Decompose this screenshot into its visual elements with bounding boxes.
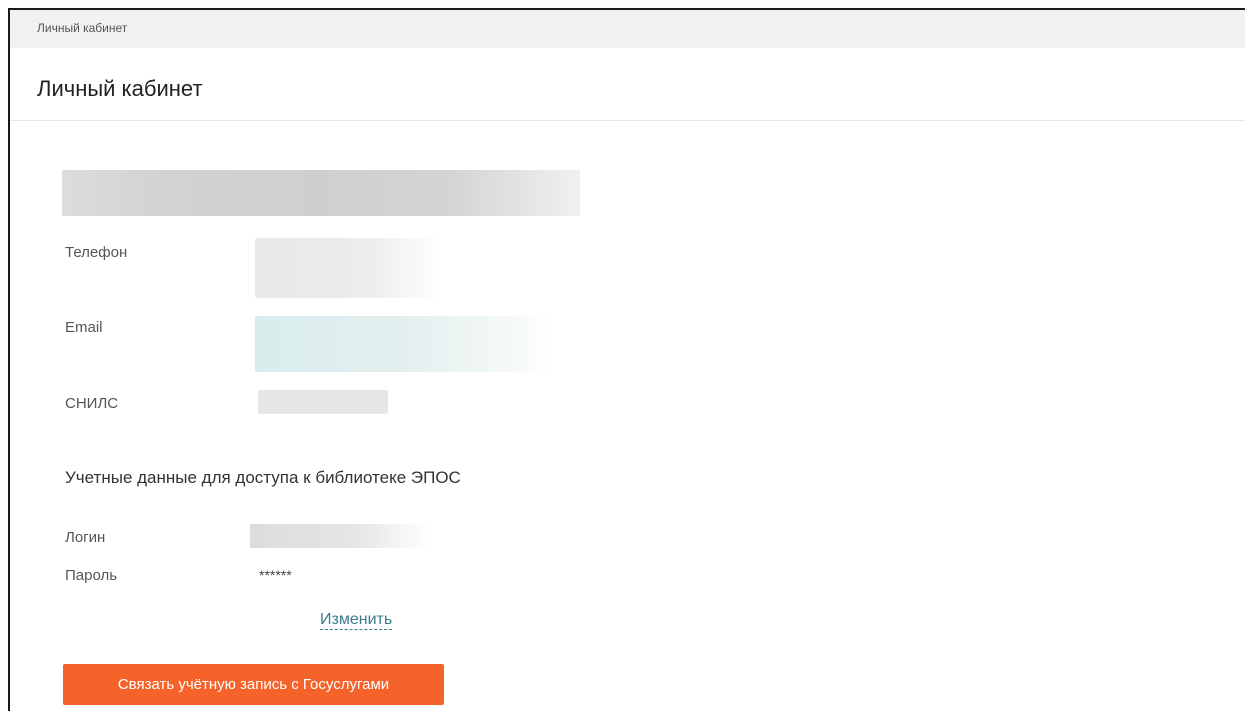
phone-label: Телефон: [65, 244, 128, 261]
breadcrumb-bar: Личный кабинет: [10, 10, 1245, 48]
library-credentials-title: Учетные данные для доступа к библиотеке …: [65, 468, 461, 487]
snils-label: СНИЛС: [65, 395, 119, 412]
breadcrumb: Личный кабинет: [37, 21, 128, 35]
redacted-phone-value: [255, 238, 441, 298]
page-title: Личный кабинет: [37, 76, 203, 101]
link-gosuslugi-button[interactable]: Связать учётную запись с Госуслугами: [63, 664, 444, 705]
redacted-full-name: [62, 170, 580, 216]
password-value: ******: [259, 567, 292, 583]
redacted-email-value: [255, 316, 551, 372]
redacted-snils-value: [258, 390, 388, 414]
page-header: Личный кабинет: [10, 48, 1245, 121]
login-label: Логин: [65, 529, 106, 546]
password-label: Пароль: [65, 567, 118, 584]
page-frame: Личный кабинет Личный кабинет Телефон Em…: [8, 8, 1245, 711]
email-label: Email: [65, 319, 103, 336]
change-credentials-link[interactable]: Изменить: [320, 611, 393, 630]
redacted-login-value: [250, 524, 430, 548]
